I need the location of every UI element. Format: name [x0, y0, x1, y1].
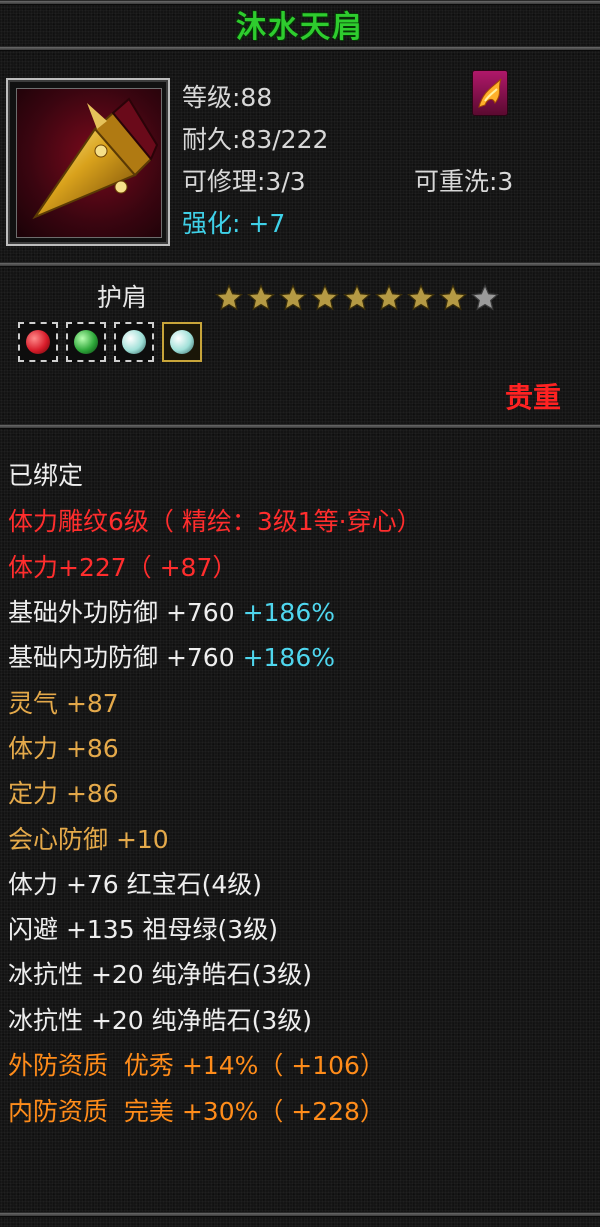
bottom-divider [0, 1212, 600, 1217]
gem-stat-1: 体力 +76 红宝石(4级) [8, 870, 263, 899]
item-level: 等级:88 [182, 83, 273, 112]
crit-defense-line: 会心防御 +10 [8, 825, 169, 854]
title-divider [0, 46, 600, 51]
stamina-bonus-line: 体力+227（ +87） [8, 553, 238, 582]
star-empty-icon [470, 283, 500, 311]
item-icon-frame[interactable] [6, 78, 170, 246]
emerald-gem-icon[interactable] [66, 322, 106, 362]
star-filled-icon [310, 283, 340, 311]
item-title: 沐水天肩 [236, 10, 364, 45]
star-filled-icon [246, 283, 276, 311]
star-filled-icon [278, 283, 308, 311]
star-rating [214, 283, 500, 313]
golden-shoulder-armor-icon [16, 88, 162, 238]
ruby-gem-icon[interactable] [18, 322, 58, 362]
star-filled-icon [374, 283, 404, 311]
gem-stat-4: 冰抗性 +20 纯净皓石(3级) [8, 1006, 313, 1035]
gem-stat-3: 冰抗性 +20 纯净皓石(3级) [8, 960, 313, 989]
inner-defense-pct: +186% [242, 643, 335, 672]
outer-quality-line: 外防资质 优秀 +14%（ +106） [8, 1051, 385, 1080]
inner-defense-label: 基础内功防御 +760 [8, 643, 235, 672]
spirit-line: 灵气 +87 [8, 689, 119, 718]
inner-quality-line: 内防资质 完美 +30%（ +228） [8, 1097, 385, 1126]
pure-white-stone-icon[interactable] [114, 322, 154, 362]
outer-defense-pct: +186% [242, 598, 335, 627]
pure-white-stone-icon[interactable] [162, 322, 202, 362]
bound-status: 已绑定 [8, 461, 84, 490]
engrave-line: 体力雕纹6级（ 精绘：3级1等·穿心） [8, 507, 422, 536]
rarity-label: 贵重 [505, 381, 562, 414]
item-enhance: 强化: +7 [182, 209, 286, 238]
star-filled-icon [438, 283, 468, 311]
stamina-line: 体力 +86 [8, 734, 119, 763]
gem-stat-2: 闪避 +135 祖母绿(3级) [8, 915, 278, 944]
header-divider [0, 262, 600, 267]
gem-socket-row [18, 322, 202, 362]
item-repairable: 可修理:3/3 [182, 167, 306, 196]
star-filled-icon [214, 283, 244, 311]
item-type-name: 护肩 [97, 283, 148, 312]
outer-defense-line: 基础外功防御 +760 +186% [8, 593, 335, 629]
focus-line: 定力 +86 [8, 779, 119, 808]
item-durability: 耐久:83/222 [182, 125, 329, 154]
item-rewash: 可重洗:3 [414, 167, 514, 196]
fire-phoenix-icon[interactable] [472, 70, 508, 116]
star-filled-icon [406, 283, 436, 311]
inner-defense-line: 基础内功防御 +760 +186% [8, 638, 335, 674]
outer-defense-label: 基础外功防御 +760 [8, 598, 235, 627]
star-filled-icon [342, 283, 372, 311]
attributes-divider [0, 424, 600, 429]
